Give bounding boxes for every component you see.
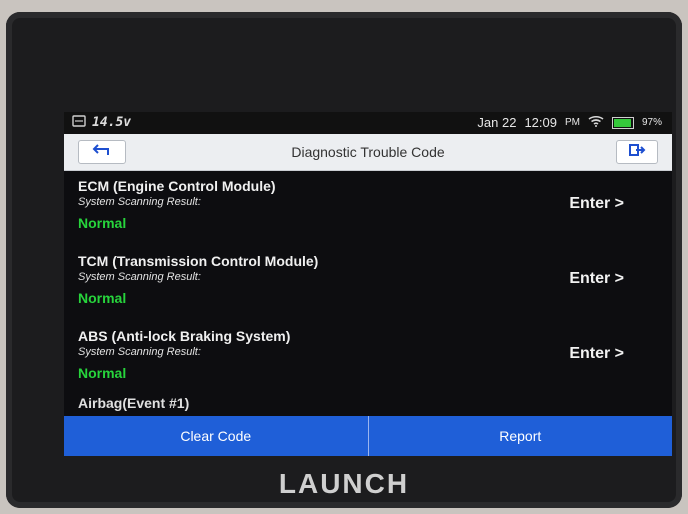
scan-result-status: Normal bbox=[78, 215, 127, 231]
report-button[interactable]: Report bbox=[369, 416, 673, 456]
app-header: Diagnostic Trouble Code bbox=[64, 134, 672, 171]
list-item[interactable]: TCM (Transmission Control Module) System… bbox=[64, 245, 672, 320]
exit-button[interactable] bbox=[616, 140, 658, 164]
enter-button[interactable]: Enter > bbox=[569, 270, 624, 288]
battery-percent: 97% bbox=[641, 117, 662, 128]
list-item-partial[interactable]: Airbag(Event #1) bbox=[64, 395, 672, 411]
scan-result-status: Normal bbox=[78, 290, 127, 306]
module-title: TCM (Transmission Control Module) bbox=[78, 253, 319, 269]
wifi-icon bbox=[588, 115, 604, 130]
enter-button[interactable]: Enter > bbox=[569, 345, 624, 363]
scanner-screen: 14.5v Jan 22 12:09 PM 97% Diagnostic Tro… bbox=[64, 112, 672, 456]
dashboard-icon bbox=[72, 115, 86, 130]
battery-icon bbox=[611, 116, 634, 129]
module-title: ABS (Anti-lock Braking System) bbox=[78, 328, 291, 344]
scan-result-label: System Scanning Result: bbox=[78, 196, 201, 208]
battery-fill bbox=[613, 118, 631, 127]
list-item[interactable]: ECM (Engine Control Module) System Scann… bbox=[64, 170, 672, 245]
ampm-text: PM bbox=[564, 117, 580, 128]
enter-button[interactable]: Enter > bbox=[569, 195, 624, 213]
clear-code-button[interactable]: Clear Code bbox=[64, 416, 369, 456]
scanner-device: 14.5v Jan 22 12:09 PM 97% Diagnostic Tro… bbox=[6, 12, 682, 508]
scan-result-label: System Scanning Result: bbox=[78, 271, 201, 283]
list-item[interactable]: ABS (Anti-lock Braking System) System Sc… bbox=[64, 320, 672, 395]
voltage-readout: 14.5v bbox=[92, 115, 132, 130]
scan-result-label: System Scanning Result: bbox=[78, 346, 201, 358]
page-title: Diagnostic Trouble Code bbox=[291, 144, 445, 160]
scan-result-status: Normal bbox=[78, 365, 127, 381]
module-title: ECM (Engine Control Module) bbox=[78, 178, 276, 194]
bottom-action-bar: Clear Code Report bbox=[64, 416, 672, 456]
status-bar: 14.5v Jan 22 12:09 PM 97% bbox=[64, 112, 672, 134]
exit-icon bbox=[628, 143, 646, 162]
launch-logo: LAUNCH bbox=[278, 468, 410, 499]
date-text: Jan 22 bbox=[477, 115, 517, 130]
time-text: 12:09 bbox=[524, 115, 557, 130]
status-right: Jan 22 12:09 PM 97% bbox=[477, 115, 662, 130]
status-left: 14.5v bbox=[72, 115, 131, 130]
module-list: ECM (Engine Control Module) System Scann… bbox=[64, 170, 672, 416]
